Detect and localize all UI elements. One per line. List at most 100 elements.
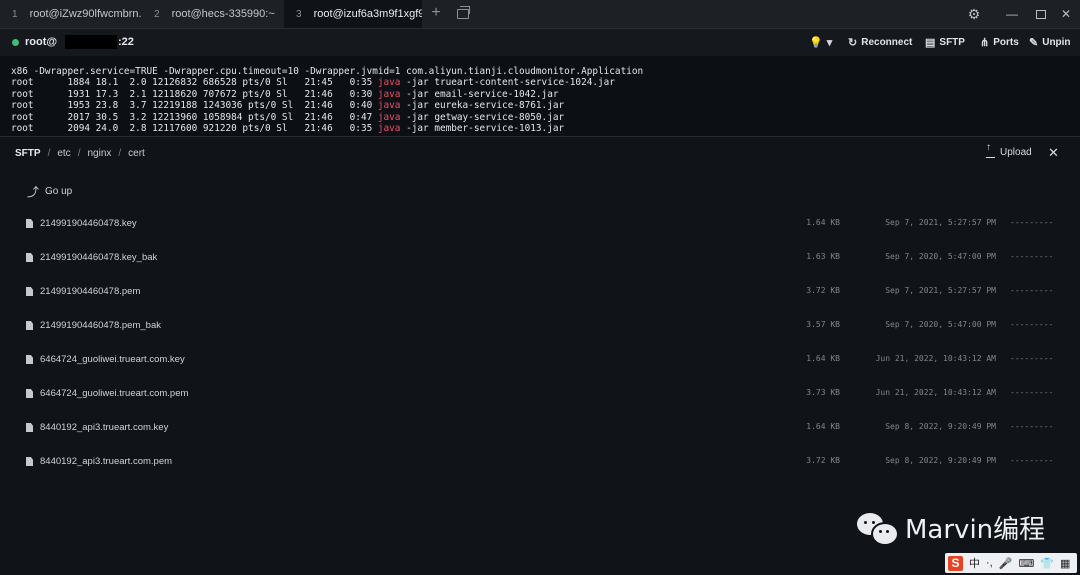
tab-3[interactable]: 3 root@izuf6a3m9f1xgf9... (284, 0, 422, 28)
breadcrumb-separator: / (47, 148, 51, 159)
file-date: Sep 7, 2021, 5:27:57 PM (885, 218, 996, 227)
ime-lang-toggle[interactable]: 中 (969, 555, 980, 571)
upload-button[interactable]: Upload (986, 143, 1032, 158)
close-window-icon[interactable]: ✕ (1058, 6, 1074, 22)
close-icon[interactable]: ✕ (1048, 145, 1059, 161)
file-name: 8440192_api3.trueart.com.key (40, 422, 169, 433)
breadcrumb-cert[interactable]: cert (128, 148, 145, 159)
bulb-button[interactable]: 💡 ▾ (809, 36, 832, 49)
file-name: 214991904460478.key_bak (40, 252, 158, 263)
file-icon (26, 321, 33, 330)
file-permissions: --------- (1010, 354, 1054, 363)
file-icon (26, 219, 33, 228)
file-size: 3.72 KB (806, 286, 840, 295)
file-icon (26, 457, 33, 466)
breadcrumb-root[interactable]: SFTP (15, 148, 41, 159)
file-row[interactable]: 214991904460478.pem 3.72 KB Sep 7, 2021,… (0, 285, 1080, 301)
file-name: 214991904460478.pem_bak (40, 320, 161, 331)
minimize-icon[interactable]: — (1004, 6, 1020, 22)
ports-label: Ports (993, 37, 1019, 48)
terminal-output[interactable]: x86 -Dwrapper.service=TRUE -Dwrapper.cpu… (0, 56, 1080, 136)
file-permissions: --------- (1010, 422, 1054, 431)
skin-icon[interactable]: 👕 (1040, 557, 1054, 570)
file-permissions: --------- (1010, 388, 1054, 397)
wechat-icon (857, 511, 899, 546)
chevron-down-icon: ▾ (826, 37, 833, 49)
file-name: 214991904460478.pem (40, 286, 141, 297)
file-size: 1.64 KB (806, 218, 840, 227)
file-size: 1.64 KB (806, 422, 840, 431)
file-permissions: --------- (1010, 252, 1054, 261)
reconnect-icon: ↻ (848, 37, 858, 49)
keyboard-icon[interactable]: ⌨ (1018, 557, 1034, 570)
tab-bar: 1 root@iZwz90lfwcmbrn... 2 root@hecs-335… (0, 0, 1080, 29)
process-line: root 2017 30.5 3.2 12213960 1058984 pts/… (11, 111, 565, 123)
file-name: 214991904460478.key (40, 218, 137, 229)
file-icon (26, 389, 33, 398)
process-line: root 1884 18.1 2.0 12126832 686528 pts/0… (11, 77, 615, 89)
tab-number: 1 (12, 8, 18, 20)
toolbox-icon[interactable]: ▦ (1060, 557, 1070, 570)
tab-2[interactable]: 2 root@hecs-335990:~ (142, 0, 284, 28)
file-icon (26, 355, 33, 364)
file-icon (26, 423, 33, 432)
file-name: 6464724_guoliwei.trueart.com.pem (40, 388, 189, 399)
reconnect-label: Reconnect (861, 37, 913, 48)
sftp-button[interactable]: ▤ SFTP (925, 36, 965, 49)
file-size: 1.63 KB (806, 252, 840, 261)
file-row[interactable]: 214991904460478.pem_bak 3.57 KB Sep 7, 2… (0, 319, 1080, 335)
go-up-item[interactable]: ⤴ Go up (27, 183, 72, 200)
file-row[interactable]: 8440192_api3.trueart.com.key 1.64 KB Sep… (0, 421, 1080, 437)
file-row[interactable]: 8440192_api3.trueart.com.pem 3.72 KB Sep… (0, 455, 1080, 471)
file-row[interactable]: 6464724_guoliwei.trueart.com.key 1.64 KB… (0, 353, 1080, 369)
ime-punctuation-icon[interactable]: ·, (986, 557, 993, 569)
file-permissions: --------- (1010, 456, 1054, 465)
unpin-icon: ✎ (1029, 37, 1039, 49)
breadcrumb-etc[interactable]: etc (57, 148, 70, 159)
session-user: root@ (25, 36, 58, 48)
breadcrumb-nginx[interactable]: nginx (87, 148, 111, 159)
microphone-icon[interactable]: 🎤 (999, 557, 1013, 570)
breadcrumb-separator: / (118, 148, 122, 159)
maximize-icon[interactable] (1032, 6, 1048, 22)
file-row[interactable]: 214991904460478.key 1.64 KB Sep 7, 2021,… (0, 217, 1080, 233)
file-icon (26, 253, 33, 262)
file-size: 1.64 KB (806, 354, 840, 363)
new-tab-icon[interactable]: + (428, 5, 444, 21)
process-line: root 1953 23.8 3.7 12219188 1243036 pts/… (11, 100, 565, 112)
tab-number: 2 (154, 8, 160, 20)
file-permissions: --------- (1010, 286, 1054, 295)
process-line: root 1931 17.3 2.1 12118620 707672 pts/0… (11, 88, 559, 100)
upload-icon (986, 143, 995, 158)
sogou-logo-icon[interactable]: S (948, 555, 963, 571)
upload-label: Upload (1000, 147, 1032, 158)
ime-toolbar: S 中 ·, 🎤 ⌨ 👕 ▦ (945, 553, 1077, 573)
file-date: Sep 8, 2022, 9:20:49 PM (885, 422, 996, 431)
redacted-host (65, 35, 117, 49)
unpin-button[interactable]: ✎ Unpin (1029, 36, 1071, 49)
gear-icon[interactable]: ⚙ (966, 6, 982, 22)
process-line: root 2094 24.0 2.8 12117600 921220 pts/0… (11, 123, 565, 135)
file-permissions: --------- (1010, 320, 1054, 329)
file-permissions: --------- (1010, 218, 1054, 227)
tab-overview-icon[interactable] (457, 6, 470, 19)
session-port: :22 (118, 36, 134, 48)
tab-1[interactable]: 1 root@iZwz90lfwcmbrn... (0, 0, 142, 28)
file-row[interactable]: 6464724_guoliwei.trueart.com.pem 3.73 KB… (0, 387, 1080, 403)
tab-title: root@hecs-335990:~ (171, 8, 275, 20)
file-date: Jun 21, 2022, 10:43:12 AM (875, 354, 996, 363)
go-up-label: Go up (45, 186, 73, 197)
watermark-text: Marvin编程 (905, 515, 1046, 545)
file-date: Sep 7, 2020, 5:47:00 PM (885, 320, 996, 329)
sftp-label: SFTP (939, 37, 965, 48)
terminal-header-line: x86 -Dwrapper.service=TRUE -Dwrapper.cpu… (11, 66, 644, 77)
file-row[interactable]: 214991904460478.key_bak 1.63 KB Sep 7, 2… (0, 251, 1080, 267)
file-name: 6464724_guoliwei.trueart.com.key (40, 354, 185, 365)
file-date: Jun 21, 2022, 10:43:12 AM (875, 388, 996, 397)
reconnect-button[interactable]: ↻ Reconnect (848, 36, 912, 49)
terminal-text: x86 -Dwrapper.service=TRUE -Dwrapper.cpu… (11, 66, 643, 134)
file-size: 3.57 KB (806, 320, 840, 329)
tab-title: root@izuf6a3m9f1xgf9... (313, 8, 422, 20)
tab-title: root@iZwz90lfwcmbrn... (29, 8, 142, 20)
ports-button[interactable]: ⋔ Ports (980, 36, 1019, 49)
